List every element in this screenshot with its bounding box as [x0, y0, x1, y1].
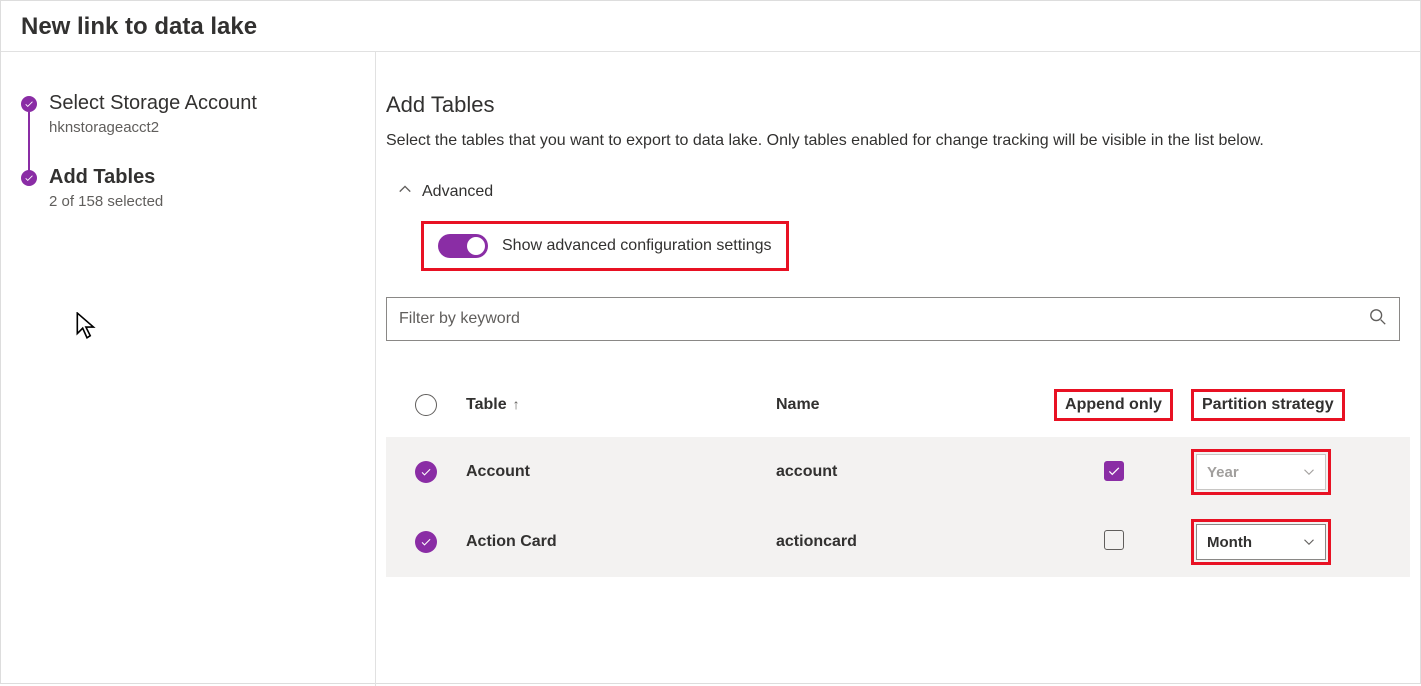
cell-name: actioncard	[776, 533, 1036, 551]
section-title: Add Tables	[386, 92, 1410, 118]
partition-strategy-dropdown[interactable]: Year	[1196, 454, 1326, 490]
check-circle-icon	[21, 96, 37, 112]
cell-table: Account	[466, 463, 776, 481]
step-subtitle: hknstorageacct2	[49, 119, 257, 136]
page-title: New link to data lake	[21, 13, 1400, 41]
tables-grid: Table↑ Name Append only Partition strate…	[386, 381, 1410, 577]
step-add-tables[interactable]: Add Tables 2 of 158 selected	[21, 166, 355, 210]
table-header-row: Table↑ Name Append only Partition strate…	[386, 381, 1410, 437]
row-select-checkbox[interactable]	[415, 531, 437, 553]
advanced-expander[interactable]: Advanced	[398, 182, 1410, 201]
highlight-box: Year	[1191, 449, 1331, 495]
section-description: Select the tables that you want to expor…	[386, 130, 1386, 152]
highlight-box: Append only	[1054, 389, 1173, 421]
column-header-name[interactable]: Name	[776, 396, 1036, 414]
step-title: Add Tables	[49, 166, 163, 189]
main-panel: Add Tables Select the tables that you wa…	[376, 52, 1420, 686]
search-icon	[1369, 308, 1387, 330]
cell-name: account	[776, 463, 1036, 481]
chevron-up-icon	[398, 182, 412, 201]
table-row[interactable]: Action Card actioncard Month	[386, 507, 1410, 577]
highlight-box: Partition strategy	[1191, 389, 1345, 421]
step-connector	[28, 112, 30, 172]
column-header-append[interactable]: Append only	[1036, 389, 1191, 421]
select-all-checkbox[interactable]	[415, 394, 437, 416]
step-subtitle: 2 of 158 selected	[49, 193, 163, 210]
chevron-down-icon	[1303, 466, 1315, 478]
filter-input[interactable]	[399, 310, 1369, 328]
append-only-checkbox[interactable]	[1104, 530, 1124, 550]
step-title: Select Storage Account	[49, 92, 257, 115]
cursor-icon	[76, 312, 98, 344]
sort-ascending-icon: ↑	[513, 396, 520, 412]
cell-table: Action Card	[466, 533, 776, 551]
table-row[interactable]: Account account Year	[386, 437, 1410, 507]
toggle-label: Show advanced configuration settings	[502, 237, 772, 255]
append-only-checkbox[interactable]	[1104, 461, 1124, 481]
step-select-storage[interactable]: Select Storage Account hknstorageacct2	[21, 92, 355, 136]
wizard-sidebar: Select Storage Account hknstorageacct2 A…	[1, 52, 376, 686]
row-select-checkbox[interactable]	[415, 461, 437, 483]
advanced-label: Advanced	[422, 183, 493, 201]
partition-strategy-dropdown[interactable]: Month	[1196, 524, 1326, 560]
chevron-down-icon	[1303, 536, 1315, 548]
filter-input-container[interactable]	[386, 297, 1400, 341]
advanced-settings-toggle[interactable]	[438, 234, 488, 258]
highlight-box: Show advanced configuration settings	[421, 221, 789, 271]
highlight-box: Month	[1191, 519, 1331, 565]
check-circle-icon	[21, 170, 37, 186]
column-header-table[interactable]: Table↑	[466, 396, 776, 414]
column-header-partition[interactable]: Partition strategy	[1191, 389, 1366, 421]
